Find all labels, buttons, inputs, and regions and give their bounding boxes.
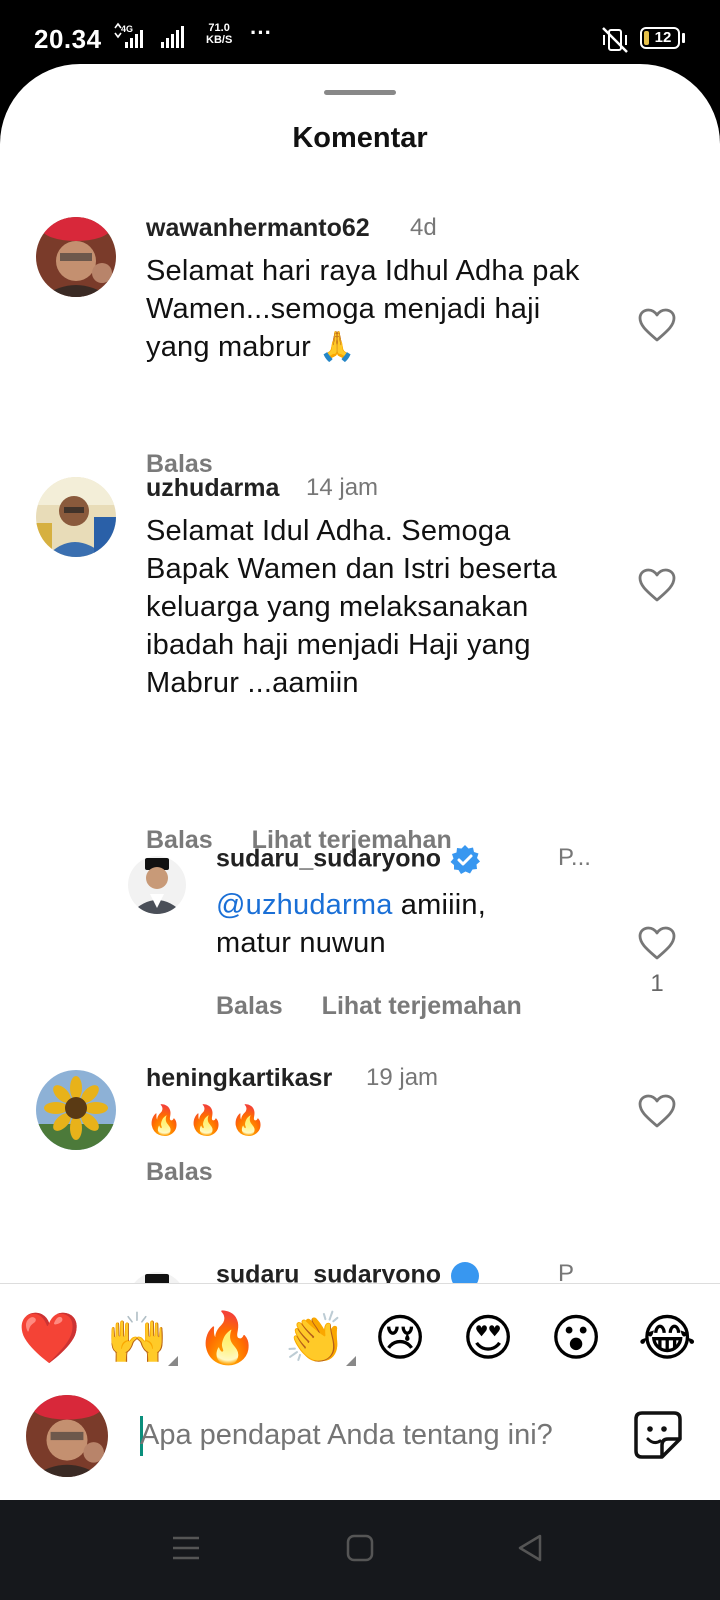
like-heart-icon[interactable] <box>638 926 676 960</box>
reaction-fire[interactable]: 🔥 <box>196 1308 258 1368</box>
comment-time: 4d <box>410 214 437 241</box>
recent-apps-icon[interactable] <box>170 1532 202 1564</box>
comment-time: 14 jam <box>306 474 379 501</box>
comment-text: 🔥🔥🔥 <box>146 1105 273 1137</box>
battery-icon: 12 <box>640 27 680 49</box>
reaction-laughing[interactable]: 😂 <box>638 1308 696 1368</box>
current-user-avatar <box>26 1395 108 1477</box>
like-heart-icon[interactable] <box>638 568 676 602</box>
reaction-more-indicator-icon <box>346 1356 356 1366</box>
comment-username[interactable]: uzhudarma <box>146 474 279 503</box>
reaction-clap[interactable]: 👏 <box>284 1308 346 1368</box>
like-heart-icon[interactable] <box>638 1094 676 1128</box>
see-translation-button[interactable]: Lihat terjemahan <box>322 992 522 1020</box>
drag-handle[interactable] <box>324 90 396 95</box>
sticker-icon[interactable] <box>632 1409 684 1461</box>
comment-actions: Balas Lihat terjemahan <box>216 992 554 1021</box>
reply-button[interactable]: Balas <box>146 826 213 854</box>
sheet-title: Komentar <box>292 122 428 154</box>
vibrate-mute-icon <box>602 27 628 53</box>
comment-time: 19 jam <box>366 1064 439 1091</box>
reaction-heart-eyes[interactable]: 😍 <box>462 1308 514 1368</box>
comment-username[interactable]: heningkartikasr <box>146 1064 332 1093</box>
reply-button[interactable]: Balas <box>146 1158 213 1186</box>
reply-button[interactable]: Balas <box>216 992 283 1020</box>
verified-badge-icon <box>451 1262 480 1284</box>
avatar[interactable] <box>36 477 116 557</box>
reaction-heart[interactable]: ❤️ <box>18 1308 80 1368</box>
comment-username[interactable]: sudaru_sudaryono <box>216 1260 481 1284</box>
status-more-icon: ··· <box>250 20 272 45</box>
system-nav-bar <box>0 1500 720 1600</box>
quick-reaction-bar: ❤️ 🙌 🔥 👏 😢 😍 😮 😂 <box>0 1283 720 1374</box>
avatar[interactable] <box>36 217 116 297</box>
reaction-sad[interactable]: 😢 <box>374 1308 426 1368</box>
status-time: 20.34 <box>34 24 102 54</box>
like-heart-icon[interactable] <box>638 308 676 342</box>
comment-actions: Balas <box>146 1158 245 1187</box>
network-speed: 71.0 KB/S <box>206 22 233 46</box>
svg-text:4G: 4G <box>121 24 133 34</box>
comment-username[interactable]: wawanhermanto62 <box>146 214 370 243</box>
comment-time: P... <box>558 844 591 871</box>
mention-link[interactable]: @uzhudarma <box>216 889 393 921</box>
back-icon[interactable] <box>514 1532 546 1564</box>
verified-badge-icon <box>450 845 481 874</box>
comment-text: @uzhudarma amiiin, matur nuwun <box>216 889 486 959</box>
home-icon[interactable] <box>344 1532 376 1564</box>
comment-text: Selamat Idul Adha. Semoga Bapak Wamen da… <box>146 515 557 699</box>
reaction-raised-hands[interactable]: 🙌 <box>106 1308 168 1368</box>
signal-icon: 4G <box>114 22 184 48</box>
comment-text: Selamat hari raya Idhul Adha pak Wamen..… <box>146 255 580 363</box>
comment-input[interactable] <box>140 1415 600 1455</box>
comment-time: P <box>558 1260 575 1284</box>
like-count: 1 <box>650 970 664 997</box>
avatar[interactable] <box>128 856 186 914</box>
avatar[interactable] <box>36 1070 116 1150</box>
reaction-more-indicator-icon <box>168 1356 178 1366</box>
comment-username[interactable]: sudaru_sudaryono <box>216 844 481 876</box>
reaction-surprised[interactable]: 😮 <box>550 1308 602 1368</box>
comment-composer <box>0 1373 720 1500</box>
comment-reply-item: sudaru_sudaryono P <box>0 1260 720 1284</box>
